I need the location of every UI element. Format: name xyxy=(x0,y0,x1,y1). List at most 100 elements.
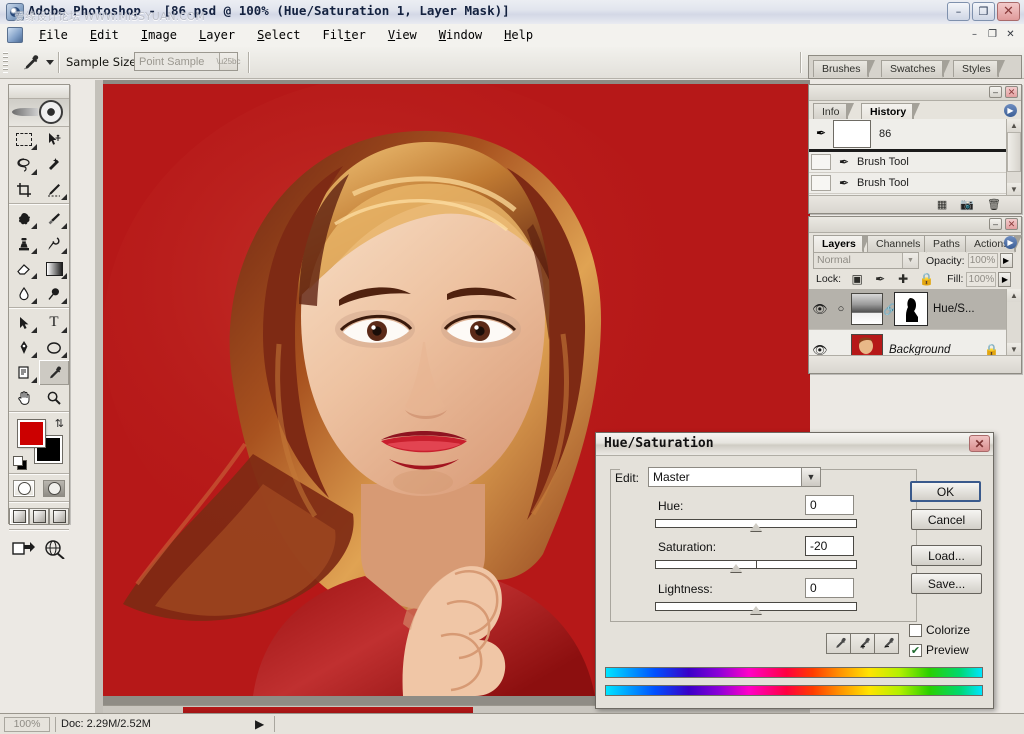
new-document-from-state-icon[interactable]: ▦ xyxy=(937,198,947,211)
toolbox-drag-handle[interactable] xyxy=(9,85,69,99)
lock-transparency-icon[interactable]: ▣ xyxy=(850,272,864,286)
full-screen-menubar-mode-button[interactable] xyxy=(29,507,49,525)
history-scroll-thumb[interactable] xyxy=(1007,132,1021,172)
crop-tool[interactable] xyxy=(9,177,39,202)
lock-all-icon[interactable]: 🔒 xyxy=(919,272,934,286)
doc-restore-button[interactable]: ❐ xyxy=(985,27,1000,41)
tab-paths[interactable]: Paths xyxy=(924,235,974,253)
layer-visibility-icon[interactable]: 👁 xyxy=(809,302,831,316)
lightness-slider-thumb[interactable] xyxy=(750,606,762,614)
tool-preset-chevron-icon[interactable] xyxy=(46,60,54,65)
tab-styles[interactable]: Styles xyxy=(953,60,1005,78)
default-colors-icon[interactable] xyxy=(13,456,27,470)
gradient-tool[interactable] xyxy=(39,256,69,281)
blend-mode-select[interactable]: Normal ▼ xyxy=(813,252,919,269)
menu-item-select[interactable]: Select xyxy=(246,24,311,47)
hand-tool[interactable] xyxy=(9,385,39,410)
history-brush-source-icon[interactable]: ✒ xyxy=(812,124,830,142)
scroll-up-icon[interactable]: ▲ xyxy=(1007,289,1021,302)
menu-item-edit[interactable]: Edit xyxy=(79,24,130,47)
menu-item-image[interactable]: Image xyxy=(130,24,188,47)
doc-minimize-button[interactable]: – xyxy=(967,27,982,41)
tab-brushes[interactable]: Brushes xyxy=(813,60,875,78)
history-panel-menu-icon[interactable]: ▶ xyxy=(1004,104,1017,117)
magic-wand-tool[interactable] xyxy=(39,152,69,177)
save-button[interactable]: Save... xyxy=(911,573,982,594)
close-button[interactable]: ✕ xyxy=(997,2,1020,21)
hue-input[interactable]: 0 xyxy=(805,495,854,515)
ellipse-tool[interactable] xyxy=(39,335,69,360)
restore-button[interactable]: ❐ xyxy=(972,2,995,21)
load-button[interactable]: Load... xyxy=(911,545,982,566)
eyedropper-icon[interactable] xyxy=(826,633,851,654)
swap-colors-icon[interactable]: ⇅ xyxy=(55,417,64,430)
clone-stamp-tool[interactable] xyxy=(9,231,39,256)
hue-slider-thumb[interactable] xyxy=(750,523,762,531)
lasso-tool[interactable] xyxy=(9,152,39,177)
menu-item-window[interactable]: Window xyxy=(428,24,493,47)
history-source-checkbox[interactable] xyxy=(811,175,831,191)
zoom-tool[interactable] xyxy=(39,385,69,410)
brush-tool[interactable] xyxy=(39,206,69,231)
scroll-up-icon[interactable]: ▲ xyxy=(1007,119,1021,132)
tab-history[interactable]: History xyxy=(861,103,921,121)
dodge-tool[interactable] xyxy=(39,281,69,306)
layers-minimize-button[interactable]: – xyxy=(989,218,1002,230)
menu-item-view[interactable]: View xyxy=(377,24,428,47)
eyedropper-minus-icon[interactable] xyxy=(874,633,899,654)
history-brush-tool[interactable] xyxy=(39,231,69,256)
dialog-title-bar[interactable]: Hue/Saturation ✕ xyxy=(596,433,993,456)
history-close-button[interactable]: ✕ xyxy=(1005,86,1018,98)
pen-tool[interactable] xyxy=(9,335,39,360)
preview-checkbox-row[interactable]: ✔ Preview xyxy=(909,643,969,657)
hue-spectrum-bar-result[interactable] xyxy=(605,685,983,696)
layers-close-button[interactable]: ✕ xyxy=(1005,218,1018,230)
path-selection-tool[interactable] xyxy=(9,310,39,335)
saturation-slider-thumb[interactable] xyxy=(730,564,742,572)
standard-mask-mode-button[interactable] xyxy=(13,479,35,497)
quick-mask-mode-button[interactable] xyxy=(43,479,65,497)
tab-layers[interactable]: Layers xyxy=(813,235,870,253)
menu-item-file[interactable]: File xyxy=(28,24,79,47)
lock-image-icon[interactable]: ✒ xyxy=(873,272,887,286)
layers-panel-menu-icon[interactable]: ▶ xyxy=(1004,236,1017,249)
layers-vertical-scrollbar[interactable]: ▲ ▼ xyxy=(1006,289,1021,356)
opacity-value[interactable]: 100% xyxy=(967,253,998,268)
history-state-list[interactable]: ✒ 86 ✒ Brush Tool ✒ Brush Tool ✒ Brush T… xyxy=(809,119,1021,196)
history-palette-title-bar[interactable]: – ✕ xyxy=(809,85,1021,101)
layer-list[interactable]: 👁 ○ 🔗 Hue/S... 👁 Background 🔒 xyxy=(809,289,1007,356)
colorize-checkbox[interactable] xyxy=(909,623,922,637)
history-snapshot-row[interactable]: ✒ 86 xyxy=(809,119,1021,149)
healing-brush-tool[interactable] xyxy=(9,206,39,231)
marquee-tool[interactable] xyxy=(9,127,39,152)
ok-button[interactable]: OK xyxy=(910,481,981,502)
history-state-row[interactable]: ✒ Brush Tool xyxy=(809,152,1021,173)
move-tool[interactable] xyxy=(39,127,69,152)
doc-close-button[interactable]: ✕ xyxy=(1003,27,1018,41)
delete-state-icon[interactable]: 🗑 xyxy=(987,198,1001,211)
slice-tool[interactable] xyxy=(39,177,69,202)
menu-item-filter[interactable]: Filter xyxy=(311,24,376,47)
options-bar-grip[interactable] xyxy=(3,52,8,73)
history-vertical-scrollbar[interactable]: ▲ ▼ xyxy=(1006,119,1021,196)
type-tool[interactable]: T xyxy=(39,310,69,335)
cancel-button[interactable]: Cancel xyxy=(911,509,982,530)
lock-position-icon[interactable]: ✚ xyxy=(896,272,910,286)
preview-in-browser-icon[interactable] xyxy=(42,538,66,560)
tab-info[interactable]: Info xyxy=(813,103,853,121)
edit-select[interactable]: Master ▼ xyxy=(648,467,821,487)
minimize-button[interactable]: – xyxy=(947,2,970,21)
fill-value[interactable]: 100% xyxy=(966,271,997,287)
sample-size-select[interactable]: Point Sample \u25bc xyxy=(134,52,241,71)
table-row[interactable]: 👁 Background 🔒 xyxy=(809,330,1007,356)
history-source-checkbox[interactable] xyxy=(811,154,831,170)
opacity-stepper[interactable]: ▶ xyxy=(999,253,1013,268)
layer-mask-thumbnail[interactable] xyxy=(894,292,928,326)
preview-checkbox[interactable]: ✔ xyxy=(909,643,922,657)
zoom-level-field[interactable]: 100% xyxy=(4,716,50,732)
tab-swatches[interactable]: Swatches xyxy=(881,60,950,78)
tab-channels[interactable]: Channels xyxy=(867,235,935,253)
eraser-tool[interactable] xyxy=(9,256,39,281)
adjustment-layer-thumbnail[interactable] xyxy=(851,293,883,325)
fill-stepper[interactable]: ▶ xyxy=(998,271,1012,287)
